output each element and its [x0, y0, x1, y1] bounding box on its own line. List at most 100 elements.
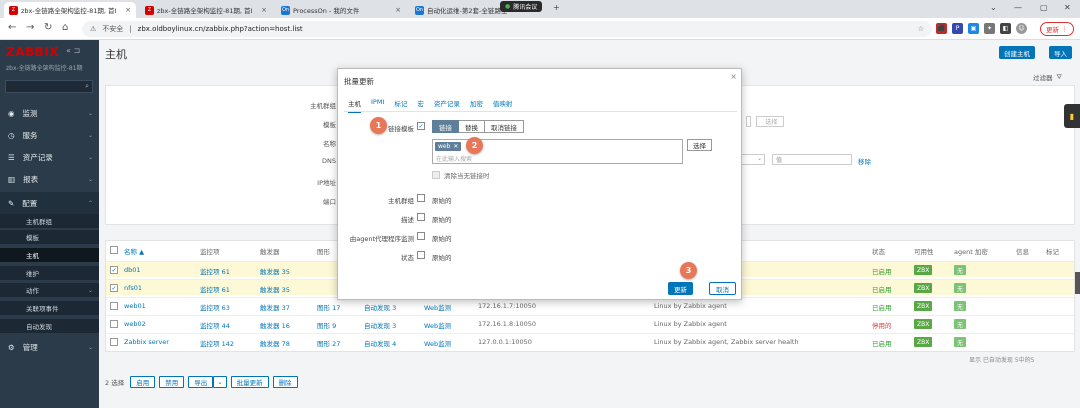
mass-update-button[interactable]: 批量更新 [230, 376, 269, 388]
host-name-link[interactable]: Zabbix server [124, 338, 169, 346]
link-templates-checkbox[interactable]: ✓ [417, 122, 425, 130]
status-link[interactable]: 已启用 [872, 302, 892, 312]
menu-configuration[interactable]: ✎ 配置 ⌃ [0, 192, 99, 214]
menu-inventory[interactable]: ☰ 资产记录 ⌄ [0, 146, 99, 168]
close-icon[interactable]: × [261, 6, 267, 14]
column-header-status[interactable]: 状态 [872, 246, 885, 256]
description-checkbox[interactable] [417, 213, 425, 221]
discovery-link[interactable]: 自动发现 4 [364, 338, 396, 348]
sidebar-item-hostgroups[interactable]: 主机群组 [0, 214, 99, 228]
puzzle-icon[interactable]: ✦ [984, 23, 995, 34]
extension-icon[interactable]: ⬛ [936, 23, 947, 34]
status-checkbox[interactable] [417, 251, 425, 259]
menu-administration[interactable]: ⚙ 管理 ⌄ [0, 336, 99, 358]
web-link[interactable]: Web监测 [424, 338, 451, 348]
update-button[interactable]: 更新 [668, 282, 693, 295]
triggers-link[interactable]: 触发器 16 [260, 320, 290, 330]
filter-template-select-button[interactable]: 选择 [756, 116, 784, 127]
remove-tag-link[interactable]: 移除 [858, 156, 871, 166]
graphs-link[interactable]: 图形 17 [317, 302, 340, 312]
create-host-button[interactable]: 创建主机 [999, 46, 1035, 59]
segment-replace[interactable]: 替换 [459, 120, 485, 133]
host-name-link[interactable]: db01 [124, 266, 141, 274]
triggers-link[interactable]: 触发器 37 [260, 302, 290, 312]
template-select-button[interactable]: 选择 [687, 139, 712, 151]
menu-services[interactable]: ◷ 服务 ⌄ [0, 124, 99, 146]
avatar[interactable]: ☺ [1016, 23, 1027, 34]
segment-unlink[interactable]: 取消链接 [485, 120, 524, 133]
sidebar-item-hosts[interactable]: 主机 [0, 248, 99, 262]
status-link[interactable]: 已启用 [872, 338, 892, 348]
collapse-sidebar-icon[interactable]: « ⊐ [66, 46, 80, 55]
browser-tab-3[interactable]: On ProcessOn - 我的文件 × [276, 2, 406, 18]
row-checkbox[interactable] [110, 302, 118, 310]
close-icon[interactable]: × [395, 6, 401, 14]
triggers-link[interactable]: 触发器 35 [260, 266, 290, 276]
maximize-icon[interactable]: ▢ [1040, 3, 1048, 12]
sidebar-icon[interactable]: ◧ [1000, 23, 1011, 34]
hostgroups-checkbox[interactable] [417, 194, 425, 202]
discovery-link[interactable]: 自动发现 3 [364, 320, 396, 330]
items-link[interactable]: 监控项 44 [200, 320, 230, 330]
graphs-link[interactable]: 图形 27 [317, 338, 340, 348]
proxy-checkbox[interactable] [417, 232, 425, 240]
back-icon[interactable]: ← [8, 22, 16, 33]
host-name-link[interactable]: nfs01 [124, 284, 142, 292]
browser-update-button[interactable]: 更新 ⋮ [1040, 22, 1074, 36]
import-button[interactable]: 导入 [1049, 46, 1072, 59]
zabbix-logo[interactable]: ZABBIX [6, 45, 59, 59]
browser-tab-1[interactable]: Z zbx-全链路全架构监控-81期, 首I × [4, 2, 136, 18]
triggers-link[interactable]: 触发器 35 [260, 284, 290, 294]
minimize-icon[interactable]: — [1014, 3, 1022, 12]
close-icon[interactable]: × [730, 72, 737, 81]
status-link[interactable]: 已启用 [872, 266, 892, 276]
tab-search-icon[interactable]: ⌄ [990, 3, 997, 12]
sidebar-item-correlation[interactable]: 关联项事件 [0, 301, 99, 315]
forward-icon[interactable]: → [26, 22, 34, 33]
web-link[interactable]: Web监测 [424, 302, 451, 312]
row-checkbox[interactable] [110, 320, 118, 328]
star-icon[interactable]: ☆ [918, 25, 924, 33]
extension-icon[interactable]: ▣ [968, 23, 979, 34]
status-link[interactable]: 停用的 [872, 320, 892, 330]
clear-checkbox[interactable] [432, 171, 440, 179]
sidebar-search-input[interactable]: ⌕ [5, 80, 93, 93]
items-link[interactable]: 监控项 63 [200, 302, 230, 312]
export-button[interactable]: 导出 [188, 376, 214, 388]
menu-monitoring[interactable]: ◉ 监测 ⌄ [0, 102, 99, 124]
template-search-input[interactable]: 在此输入搜索 [436, 154, 472, 163]
export-dropdown-button[interactable]: ⌄ [213, 376, 227, 388]
web-link[interactable]: Web监测 [424, 320, 451, 330]
row-checkbox[interactable]: ✓ [110, 284, 118, 292]
menu-reports[interactable]: ▥ 报表 ⌄ [0, 168, 99, 190]
tag-value-input[interactable]: 值 [772, 154, 852, 165]
cancel-button[interactable]: 取消 [709, 282, 736, 295]
home-icon[interactable]: ⌂ [62, 22, 68, 33]
sidebar-item-templates[interactable]: 模板 [0, 230, 99, 244]
segment-link[interactable]: 链接 [432, 120, 459, 133]
items-link[interactable]: 监控项 142 [200, 338, 234, 348]
sidebar-item-discovery[interactable]: 自动发现 [0, 319, 99, 333]
select-all-checkbox[interactable] [110, 246, 118, 254]
browser-tab-2[interactable]: Z zbx-全链路全架构监控-81期, 首I × [140, 2, 272, 18]
window-close-icon[interactable]: ✕ [1064, 3, 1071, 12]
extension-icon[interactable]: P [952, 23, 963, 34]
remove-chip-icon[interactable]: ✕ [453, 143, 458, 150]
sidebar-item-actions[interactable]: 动作 ⌄ [0, 283, 99, 297]
scrollbar-thumb[interactable] [1075, 272, 1080, 294]
discovery-link[interactable]: 自动发现 3 [364, 302, 396, 312]
host-name-link[interactable]: web01 [124, 302, 146, 310]
row-checkbox[interactable] [110, 338, 118, 346]
column-header-name[interactable]: 名称 ▲ [124, 246, 144, 256]
close-icon[interactable]: × [125, 6, 131, 14]
sidebar-item-maintenance[interactable]: 维护 [0, 266, 99, 280]
row-checkbox[interactable]: ✓ [110, 266, 118, 274]
floating-widget-icon[interactable]: ▮ [1064, 104, 1080, 128]
enable-button[interactable]: 启用 [130, 376, 156, 388]
delete-button[interactable]: 删除 [272, 376, 298, 388]
graphs-link[interactable]: 图形 9 [317, 320, 336, 330]
items-link[interactable]: 监控项 61 [200, 284, 230, 294]
disable-button[interactable]: 禁用 [159, 376, 185, 388]
filter-tab[interactable]: 过滤器 ⛛ [1033, 72, 1062, 83]
status-link[interactable]: 已启用 [872, 284, 892, 294]
